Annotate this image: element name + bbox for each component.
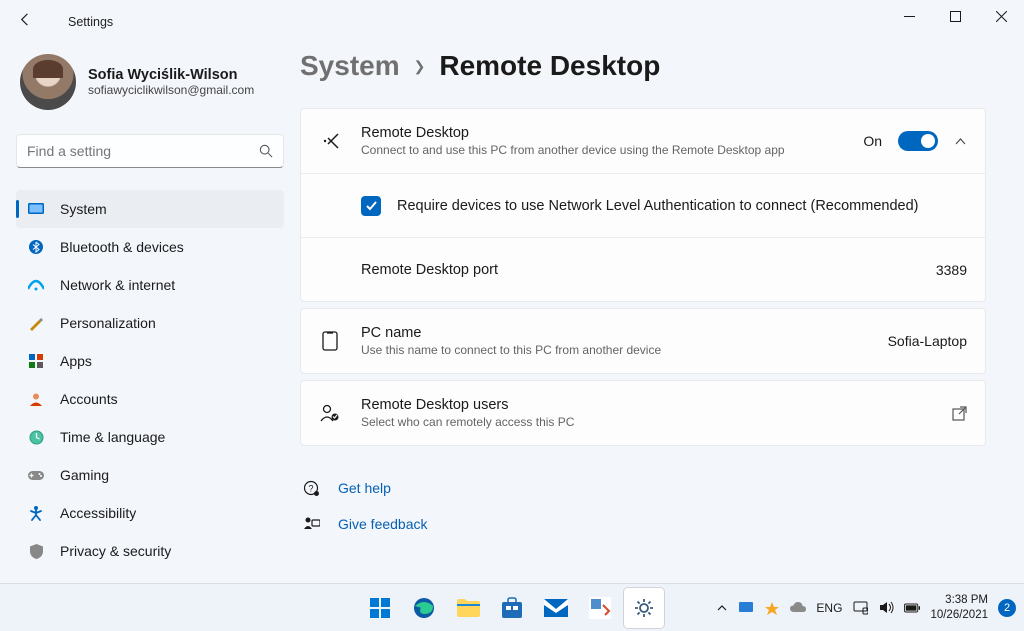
help-links: ? Get help Give feedback (300, 470, 986, 542)
notifications-badge[interactable]: 2 (998, 599, 1016, 617)
titlebar: Settings (0, 0, 1024, 44)
time-icon (28, 429, 44, 445)
give-feedback-link[interactable]: Give feedback (338, 516, 428, 532)
apps-icon (28, 353, 44, 369)
rd-toggle[interactable] (898, 131, 938, 151)
breadcrumb: System ❯ Remote Desktop (300, 50, 986, 82)
search-icon (259, 144, 273, 158)
window-title: Settings (68, 15, 113, 29)
battery-icon[interactable] (904, 600, 920, 616)
sidebar: Sofia Wyciślik-Wilson sofiawyciclikwilso… (0, 44, 300, 583)
nav-apps[interactable]: Apps (16, 342, 284, 380)
rd-users-card: Remote Desktop users Select who can remo… (300, 380, 986, 446)
port-value: 3389 (936, 262, 967, 278)
users-icon (319, 404, 341, 422)
rd-state-label: On (863, 133, 882, 149)
get-help-row[interactable]: ? Get help (300, 470, 986, 506)
nla-row[interactable]: Require devices to use Network Level Aut… (301, 173, 985, 237)
personalization-icon (28, 315, 44, 331)
help-icon: ? (300, 480, 322, 497)
system-icon (28, 201, 44, 217)
gaming-icon (28, 467, 44, 483)
app-icon-1[interactable] (580, 588, 620, 628)
tray-icon-3[interactable] (852, 600, 868, 616)
accessibility-icon (28, 505, 44, 521)
taskbar-clock[interactable]: 3:38 PM 10/26/2021 (930, 593, 988, 622)
search-input[interactable] (27, 143, 259, 159)
privacy-icon (28, 543, 44, 559)
bluetooth-icon (28, 239, 44, 255)
port-row: Remote Desktop port 3389 (301, 237, 985, 301)
nav: System Bluetooth & devices Network & int… (16, 190, 284, 570)
search-box[interactable] (16, 134, 284, 168)
tray-icon-1[interactable] (738, 600, 754, 616)
nla-checkbox[interactable] (361, 196, 381, 216)
store-icon[interactable] (492, 588, 532, 628)
get-help-link[interactable]: Get help (338, 480, 391, 496)
pc-name-title: PC name (361, 325, 888, 341)
chevron-up-icon[interactable] (954, 135, 967, 148)
back-button[interactable] (18, 12, 38, 32)
svg-text:?: ? (308, 483, 313, 493)
window-controls (886, 0, 1024, 32)
start-button[interactable] (360, 588, 400, 628)
remote-desktop-icon (319, 132, 341, 150)
explorer-icon[interactable] (448, 588, 488, 628)
minimize-button[interactable] (886, 0, 932, 32)
rd-users-title: Remote Desktop users (361, 397, 952, 413)
rd-subtitle: Connect to and use this PC from another … (361, 143, 863, 157)
rd-users-row[interactable]: Remote Desktop users Select who can remo… (301, 381, 985, 445)
accounts-icon (28, 391, 44, 407)
rd-users-subtitle: Select who can remotely access this PC (361, 415, 952, 429)
feedback-icon (300, 517, 322, 532)
tray-chevron-icon[interactable] (716, 602, 728, 614)
volume-icon[interactable] (878, 600, 894, 616)
onedrive-icon[interactable] (790, 600, 806, 616)
user-profile[interactable]: Sofia Wyciślik-Wilson sofiawyciclikwilso… (16, 54, 284, 110)
language-indicator[interactable]: ENG (816, 601, 842, 615)
nav-accounts[interactable]: Accounts (16, 380, 284, 418)
mail-icon[interactable] (536, 588, 576, 628)
pc-name-card: PC name Use this name to connect to this… (300, 308, 986, 374)
pc-name-value: Sofia-Laptop (888, 333, 967, 349)
network-icon (28, 277, 44, 293)
nav-system[interactable]: System (16, 190, 284, 228)
give-feedback-row[interactable]: Give feedback (300, 506, 986, 542)
user-email: sofiawyciclikwilson@gmail.com (88, 83, 254, 97)
remote-desktop-toggle-row[interactable]: Remote Desktop Connect to and use this P… (301, 109, 985, 173)
rd-title: Remote Desktop (361, 125, 863, 141)
settings-icon[interactable] (624, 588, 664, 628)
nav-bluetooth[interactable]: Bluetooth & devices (16, 228, 284, 266)
nav-network[interactable]: Network & internet (16, 266, 284, 304)
avatar (20, 54, 76, 110)
tray-icon-2[interactable] (764, 600, 780, 616)
pc-name-row: PC name Use this name to connect to this… (301, 309, 985, 373)
port-label: Remote Desktop port (361, 262, 936, 278)
nav-time[interactable]: Time & language (16, 418, 284, 456)
external-link-icon (952, 406, 967, 421)
remote-desktop-card: Remote Desktop Connect to and use this P… (300, 108, 986, 302)
user-name: Sofia Wyciślik-Wilson (88, 67, 254, 83)
pc-name-subtitle: Use this name to connect to this PC from… (361, 343, 888, 357)
breadcrumb-parent[interactable]: System (300, 50, 400, 82)
nla-label: Require devices to use Network Level Aut… (397, 198, 918, 214)
nav-gaming[interactable]: Gaming (16, 456, 284, 494)
pc-name-icon (319, 331, 341, 351)
nav-accessibility[interactable]: Accessibility (16, 494, 284, 532)
nav-privacy[interactable]: Privacy & security (16, 532, 284, 570)
breadcrumb-current: Remote Desktop (439, 50, 660, 82)
nav-personalization[interactable]: Personalization (16, 304, 284, 342)
main-content: System ❯ Remote Desktop Remote Desktop C… (300, 44, 1024, 583)
taskbar: ENG 3:38 PM 10/26/2021 2 (0, 583, 1024, 631)
close-button[interactable] (978, 0, 1024, 32)
edge-icon[interactable] (404, 588, 444, 628)
maximize-button[interactable] (932, 0, 978, 32)
chevron-right-icon: ❯ (414, 58, 426, 75)
